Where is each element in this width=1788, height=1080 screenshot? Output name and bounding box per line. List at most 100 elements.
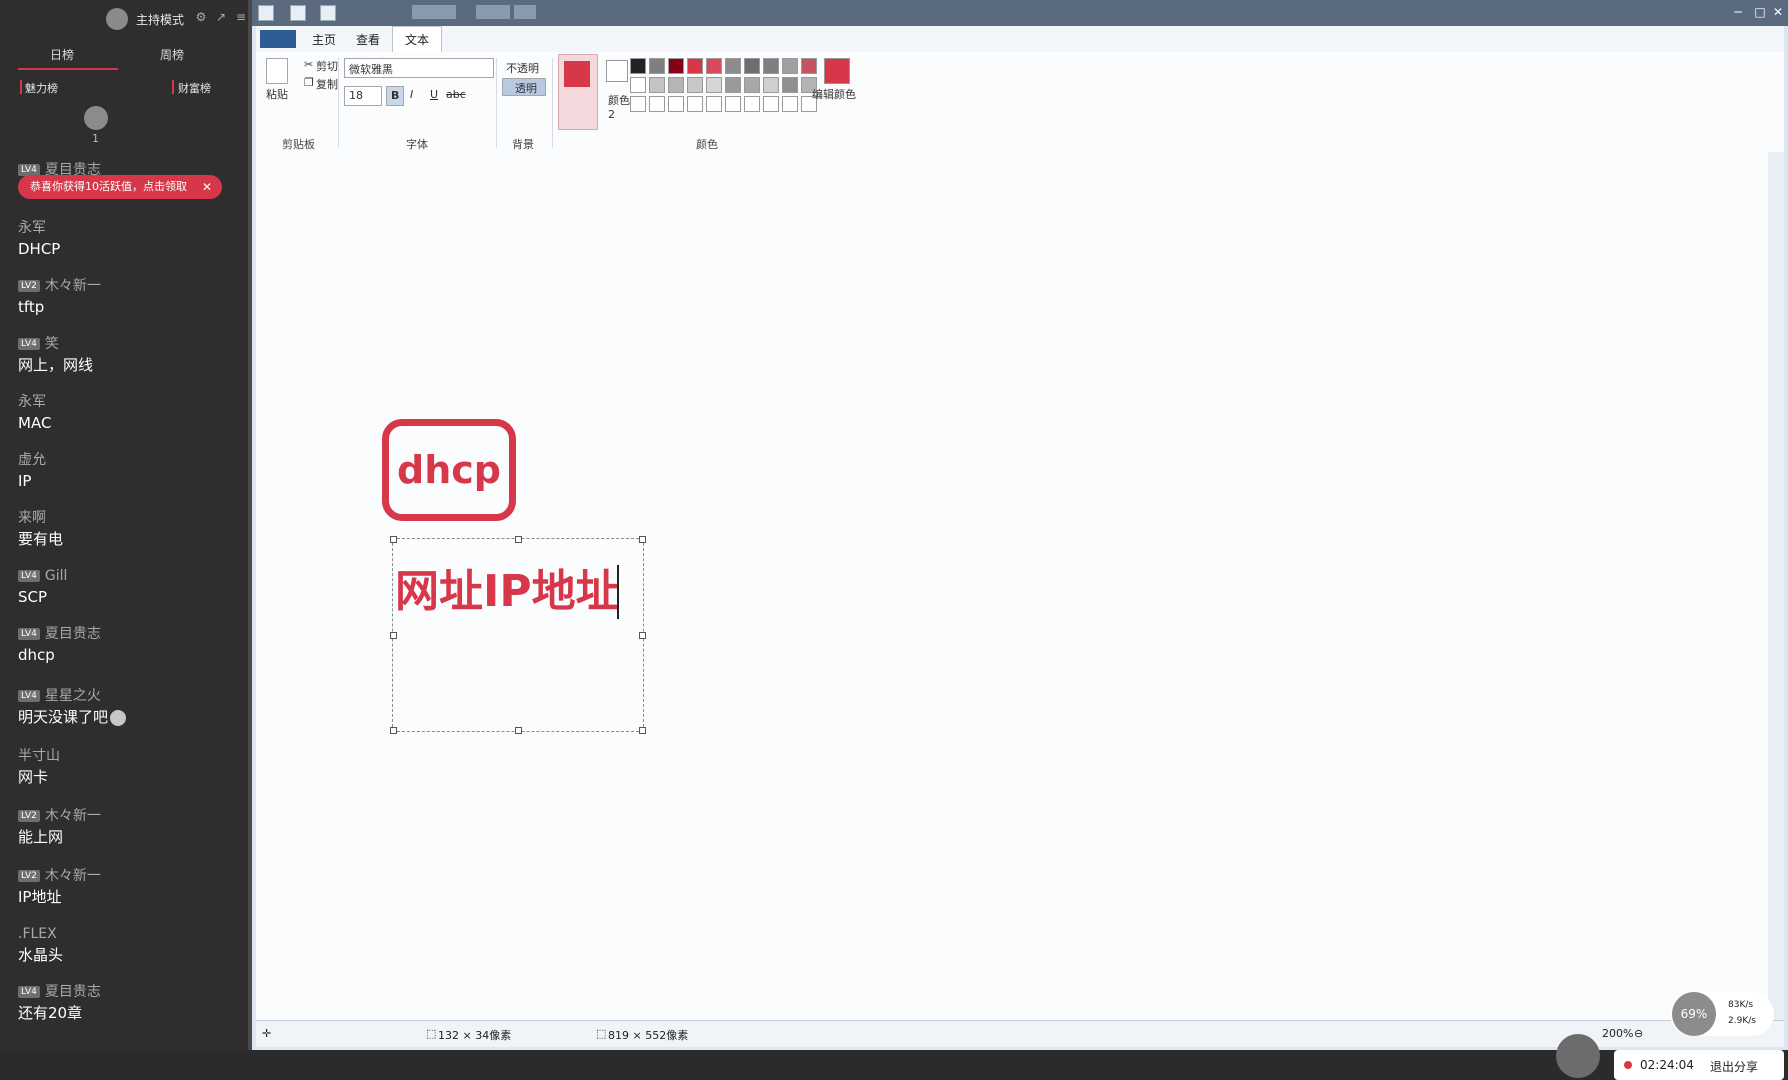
strikethrough-button[interactable]: abc — [446, 88, 466, 101]
palette-swatch[interactable] — [744, 58, 760, 74]
tab-weekly[interactable]: 周榜 — [160, 46, 184, 63]
message-author[interactable]: LV4 夏目贵志 — [18, 624, 101, 644]
palette-swatch[interactable] — [630, 77, 646, 93]
chat-message: LV2 木々新一 IP地址 — [18, 866, 101, 908]
charm-rank-label[interactable]: 魅力榜 — [25, 80, 58, 96]
palette-swatch[interactable] — [687, 77, 703, 93]
message-author[interactable]: 来啊 — [18, 508, 63, 528]
resize-handle[interactable] — [390, 536, 397, 543]
edit-colors-button[interactable]: 编辑颜色 — [812, 86, 856, 102]
palette-swatch[interactable] — [763, 96, 779, 112]
minimize-button[interactable]: ─ — [1728, 4, 1748, 20]
copy-button[interactable]: 复制 — [316, 76, 338, 92]
message-text: DHCP — [18, 238, 60, 260]
message-author[interactable]: LV4 夏目贵志 — [18, 982, 101, 1002]
resize-handle[interactable] — [390, 632, 397, 639]
underline-button[interactable]: U — [430, 88, 438, 101]
font-size-select[interactable]: 18 — [344, 86, 382, 106]
message-author[interactable]: LV4 笑 — [18, 334, 93, 354]
top-fan-avatar[interactable] — [84, 106, 108, 130]
message-author[interactable]: .FLEX — [18, 924, 63, 944]
palette-swatch[interactable] — [649, 58, 665, 74]
color2-swatch[interactable] — [606, 60, 628, 82]
message-author[interactable]: LV2 木々新一 — [18, 806, 101, 826]
message-author[interactable]: 永军 — [18, 392, 51, 412]
paste-icon[interactable] — [266, 58, 288, 84]
italic-button[interactable]: I — [410, 88, 413, 101]
resize-handle[interactable] — [639, 727, 646, 734]
palette-swatch[interactable] — [763, 58, 779, 74]
resize-handle[interactable] — [639, 632, 646, 639]
palette-swatch[interactable] — [782, 96, 798, 112]
palette-swatch[interactable] — [706, 58, 722, 74]
menu-icon[interactable]: ≡ — [234, 10, 248, 24]
message-author[interactable]: LV2 木々新一 — [18, 276, 101, 296]
palette-swatch[interactable] — [782, 58, 798, 74]
palette-swatch[interactable] — [668, 77, 684, 93]
close-window-button[interactable]: ✕ — [1768, 4, 1788, 20]
color1-selector[interactable] — [558, 54, 598, 130]
palette-swatch[interactable] — [706, 77, 722, 93]
palette-swatch[interactable] — [649, 96, 665, 112]
palette-swatch[interactable] — [706, 96, 722, 112]
message-text-value: 能上网 — [18, 828, 64, 846]
transparent-option[interactable]: 透明 — [502, 78, 546, 96]
opaque-option[interactable]: 不透明 — [506, 60, 539, 76]
resize-handle[interactable] — [390, 727, 397, 734]
palette-swatch[interactable] — [725, 58, 741, 74]
palette-swatch[interactable] — [649, 77, 665, 93]
palette-swatch[interactable] — [801, 58, 817, 74]
text-box[interactable]: 网址IP地址 — [390, 536, 646, 734]
message-author[interactable]: LV2 木々新一 — [18, 866, 101, 886]
file-menu-button[interactable] — [260, 30, 296, 48]
reward-toast[interactable]: 恭喜你获得10活跃值，点击领取 ✕ — [18, 175, 222, 199]
palette-swatch[interactable] — [630, 96, 646, 112]
message-author[interactable]: 永军 — [18, 218, 60, 238]
resize-handle[interactable] — [639, 536, 646, 543]
close-icon[interactable]: ✕ — [202, 175, 212, 199]
level-badge: LV4 — [18, 628, 40, 640]
message-author[interactable]: 半寸山 — [18, 746, 60, 766]
exit-share-button[interactable]: 退出分享 — [1710, 1058, 1758, 1075]
palette-swatch[interactable] — [744, 96, 760, 112]
save-icon[interactable] — [290, 5, 306, 21]
palette-swatch[interactable] — [687, 96, 703, 112]
message-text: 还有20章 — [18, 1002, 101, 1024]
resize-handle[interactable] — [515, 536, 522, 543]
undo-icon[interactable] — [320, 5, 336, 21]
palette-swatch[interactable] — [763, 77, 779, 93]
host-mode-label: 主持模式 — [136, 13, 185, 27]
palette-swatch[interactable] — [687, 58, 703, 74]
message-author[interactable]: LV4 星星之火 — [18, 686, 126, 706]
edit-colors-icon[interactable] — [824, 58, 850, 84]
tab-view[interactable]: 查看 — [356, 31, 380, 48]
cut-icon[interactable]: ✂ — [304, 58, 313, 71]
tab-text[interactable]: 文本 — [392, 26, 443, 52]
palette-swatch[interactable] — [725, 77, 741, 93]
palette-swatch[interactable] — [668, 96, 684, 112]
zoom-out-icon[interactable]: ⊖ — [1634, 1027, 1643, 1040]
palette-swatch[interactable] — [782, 77, 798, 93]
vertical-scrollbar[interactable] — [1768, 152, 1784, 1020]
wealth-rank-label[interactable]: 财富榜 — [178, 80, 211, 96]
tab-daily[interactable]: 日榜 — [50, 46, 74, 63]
message-text: dhcp — [18, 644, 101, 666]
maximize-button[interactable]: □ — [1750, 4, 1770, 20]
copy-icon[interactable]: ❐ — [304, 76, 314, 89]
popout-icon[interactable]: ↗ — [214, 10, 228, 24]
app-menu-icon[interactable] — [258, 5, 274, 21]
message-author[interactable]: 虚允 — [18, 450, 46, 470]
message-author[interactable]: LV4 Gill — [18, 566, 67, 586]
palette-swatch[interactable] — [725, 96, 741, 112]
bold-button[interactable]: B — [386, 86, 404, 106]
font-family-select[interactable]: 微软雅黑 — [344, 58, 494, 78]
palette-swatch[interactable] — [668, 58, 684, 74]
settings-icon[interactable]: ⚙ — [194, 10, 208, 24]
paste-button[interactable]: 粘贴 — [266, 86, 288, 102]
tab-home[interactable]: 主页 — [312, 31, 336, 48]
text-box-content[interactable]: 网址IP地址 — [395, 555, 620, 619]
cut-button[interactable]: 剪切 — [316, 58, 338, 74]
palette-swatch[interactable] — [630, 58, 646, 74]
resize-handle[interactable] — [515, 727, 522, 734]
palette-swatch[interactable] — [744, 77, 760, 93]
